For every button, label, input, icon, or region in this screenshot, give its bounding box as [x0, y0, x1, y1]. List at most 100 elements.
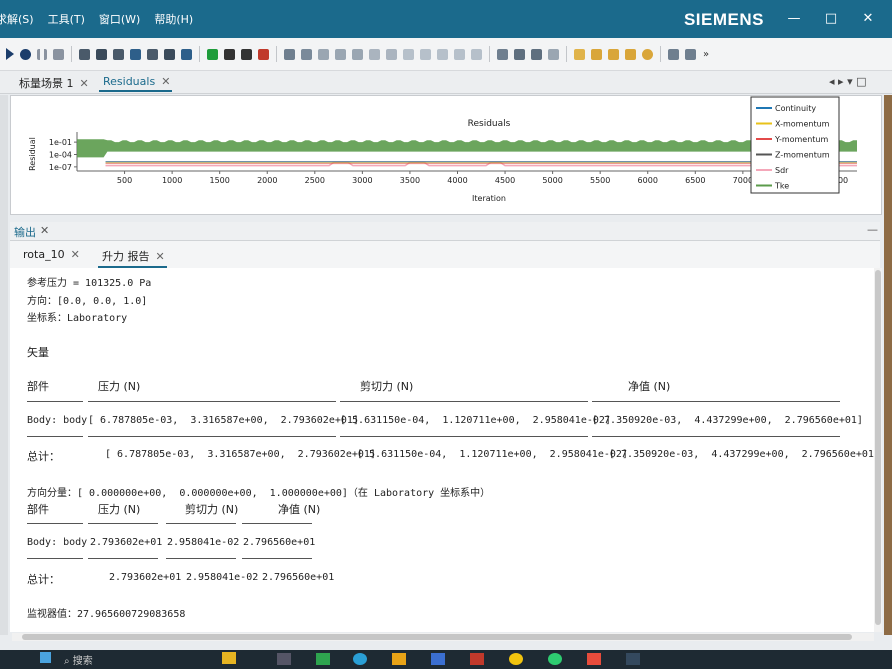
- pause-icon[interactable]: [37, 48, 47, 60]
- panel-icon[interactable]: [437, 48, 448, 60]
- close-icon[interactable]: ✕: [161, 75, 170, 88]
- tab-lift-report[interactable]: 升力 报告 ✕: [98, 248, 167, 268]
- close-icon[interactable]: ✕: [40, 224, 49, 237]
- tab-scalar-scene[interactable]: 标量场景 1 ✕: [19, 75, 89, 91]
- app-icon[interactable]: [277, 653, 291, 665]
- table-icon[interactable]: [181, 48, 192, 60]
- zoom-grid-icon[interactable]: [318, 48, 329, 60]
- x-tick-label: 4500: [495, 176, 515, 185]
- taskbar-search[interactable]: ⌕ 搜索: [64, 652, 93, 667]
- mesh-icon[interactable]: [79, 48, 90, 60]
- app-icon[interactable]: [470, 653, 484, 665]
- chart-icon[interactable]: [497, 48, 508, 60]
- folder-icon[interactable]: [392, 653, 406, 665]
- cursor-icon[interactable]: [531, 48, 542, 60]
- x-tick-label: 5500: [590, 176, 610, 185]
- next-frame-icon[interactable]: [625, 48, 636, 60]
- tab-residuals[interactable]: Residuals ✕: [98, 75, 173, 92]
- walk-icon[interactable]: [224, 48, 235, 60]
- app-icon[interactable]: [316, 653, 330, 665]
- tab-scroll-left-icon[interactable]: ◂: [829, 75, 835, 88]
- minimize-button[interactable]: —: [784, 9, 804, 29]
- menu-solve[interactable]: 求解(S): [0, 11, 34, 27]
- x-tick-label: 2500: [305, 176, 325, 185]
- forward-icon[interactable]: [386, 48, 397, 60]
- filter-icon[interactable]: [96, 48, 107, 60]
- geometry-icon[interactable]: [164, 48, 175, 60]
- vertical-scroll-thumb[interactable]: [875, 270, 881, 625]
- circle-icon[interactable]: [642, 48, 653, 60]
- browser-icon[interactable]: [353, 653, 367, 665]
- maximize-button[interactable]: □: [821, 9, 841, 29]
- step-icon[interactable]: [20, 48, 31, 60]
- menu-help[interactable]: 帮助(H): [154, 11, 193, 27]
- legend-label-continuity: Continuity: [775, 104, 816, 113]
- close-button[interactable]: ✕: [858, 9, 878, 29]
- layout-b-icon[interactable]: [685, 48, 696, 60]
- fit-icon[interactable]: [514, 48, 525, 60]
- layout-a-icon[interactable]: [668, 48, 679, 60]
- overflow-chevron-icon[interactable]: »: [703, 49, 709, 60]
- prev-frame-icon[interactable]: [608, 48, 619, 60]
- col-header-net: 净值 (N): [628, 380, 671, 393]
- wechat-icon[interactable]: [548, 653, 562, 665]
- x-tick-label: 6000: [638, 176, 658, 185]
- col-header-net: 净值 (N): [278, 503, 321, 516]
- weather-icon[interactable]: [222, 652, 236, 664]
- app-icon[interactable]: [587, 653, 601, 665]
- back-icon[interactable]: [369, 48, 380, 60]
- select-icon[interactable]: [335, 48, 346, 60]
- green-flag-icon[interactable]: [207, 48, 218, 60]
- minimize-panel-icon[interactable]: —: [867, 223, 878, 236]
- tab-rota-10[interactable]: rota_10 ✕: [23, 248, 80, 261]
- direction-component-line: 方向分量：[ 0.000000e+00, 0.000000e+00, 1.000…: [27, 488, 491, 499]
- menu-window[interactable]: 窗口(W): [99, 11, 140, 27]
- x-tick-label: 5000: [542, 176, 562, 185]
- y-tick-label: 1e-04: [49, 151, 72, 160]
- scene-icon[interactable]: [301, 48, 312, 60]
- chrome-icon[interactable]: [509, 653, 523, 665]
- y-axis-label: Residual: [28, 137, 37, 171]
- close-icon[interactable]: ✕: [71, 248, 80, 261]
- close-icon[interactable]: ✕: [156, 250, 165, 263]
- link-icon[interactable]: [420, 48, 431, 60]
- probe-icon[interactable]: [548, 48, 559, 60]
- flag-outline-icon[interactable]: [147, 48, 158, 60]
- legend-label-z-momentum: Z-momentum: [775, 151, 830, 160]
- play-animation-icon[interactable]: [574, 48, 585, 60]
- app-icon[interactable]: [431, 653, 445, 665]
- report-text-area[interactable]: 参考压力 = 101325.0 Pa 方向：[0.0, 0.0, 1.0] 坐标…: [10, 268, 875, 632]
- underline: [27, 401, 83, 402]
- stop-red-icon[interactable]: [258, 48, 269, 60]
- run-icon[interactable]: [6, 48, 14, 60]
- run-figure-icon[interactable]: [241, 48, 252, 60]
- box-icon[interactable]: [471, 48, 482, 60]
- component-body-shear: 2.958041e-02: [167, 537, 240, 548]
- taskbar: ⌕ 搜索: [0, 650, 892, 669]
- output-panel-title: 输出: [14, 226, 36, 239]
- menu-tools[interactable]: 工具(T): [48, 11, 85, 27]
- legend-label-x-momentum: X-momentum: [775, 120, 830, 129]
- component-body-part: Body: body: [27, 537, 88, 548]
- restore-icon[interactable]: □: [856, 75, 866, 88]
- tab-menu-icon[interactable]: ▾: [847, 75, 853, 88]
- output-tab-bar: rota_10 ✕ 升力 报告 ✕: [10, 241, 880, 269]
- screen-icon[interactable]: [284, 48, 295, 60]
- close-icon[interactable]: ✕: [80, 77, 89, 90]
- toolbar: »: [0, 38, 892, 71]
- record-icon[interactable]: [591, 48, 602, 60]
- tab-scroll-right-icon[interactable]: ▸: [838, 75, 844, 88]
- residuals-chart[interactable]: Residuals Iteration Residual 1e-01 1e-04 1e-0…: [11, 96, 881, 214]
- view-icon[interactable]: [352, 48, 363, 60]
- globe-icon[interactable]: [403, 48, 414, 60]
- windows-start-icon[interactable]: [40, 652, 51, 663]
- plot-icon[interactable]: [130, 48, 141, 60]
- chart-title: Residuals: [468, 119, 511, 129]
- col-header-shear: 剪切力 (N): [185, 503, 239, 516]
- horizontal-scroll-thumb[interactable]: [22, 634, 852, 640]
- grid-icon[interactable]: [113, 48, 124, 60]
- stop-icon[interactable]: [53, 48, 64, 60]
- title-bar: 求解(S) 工具(T) 窗口(W) 帮助(H) SIEMENS — □ ✕: [0, 0, 892, 38]
- layout-icon[interactable]: [454, 48, 465, 60]
- app-icon[interactable]: [626, 653, 640, 665]
